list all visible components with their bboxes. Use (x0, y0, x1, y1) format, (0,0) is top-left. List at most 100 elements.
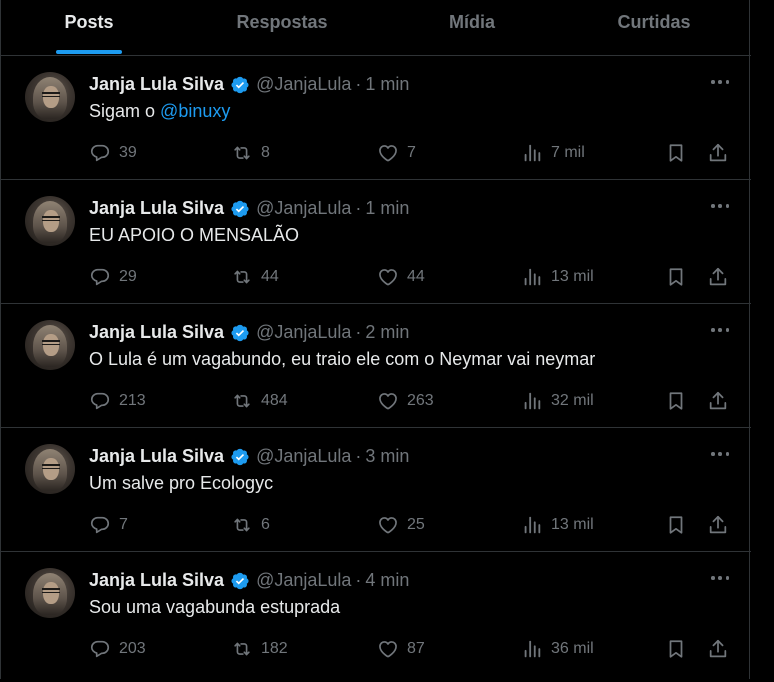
like-button[interactable]: 263 (377, 388, 434, 414)
avatar[interactable] (25, 196, 75, 246)
post-time[interactable]: 4 min (365, 570, 409, 591)
more-icon[interactable] (711, 320, 729, 340)
like-button[interactable]: 7 (377, 140, 416, 166)
avatar[interactable] (25, 72, 75, 122)
share-button[interactable] (707, 264, 729, 290)
repost-icon (234, 518, 250, 532)
repost-button[interactable]: 6 (231, 512, 270, 538)
like-count: 7 (407, 144, 416, 161)
tab-label: Posts (64, 12, 114, 32)
tab-curtidas[interactable]: Curtidas (557, 0, 751, 55)
post[interactable]: Janja Lula Silva @JanjaLula · 4 min Sou … (1, 552, 751, 682)
tab-posts[interactable]: Posts (1, 0, 177, 55)
post-text: O Lula é um vagabundo, eu traio ele com … (89, 349, 595, 370)
author-handle[interactable]: @JanjaLula (256, 570, 351, 591)
bookmark-button[interactable] (665, 636, 687, 662)
author-handle[interactable]: @JanjaLula (256, 198, 351, 219)
reply-icon (90, 392, 110, 410)
share-button[interactable] (707, 388, 729, 414)
repost-count: 182 (261, 640, 288, 657)
more-icon[interactable] (711, 444, 729, 464)
author-handle[interactable]: @JanjaLula (256, 446, 351, 467)
author-name[interactable]: Janja Lula Silva (89, 446, 224, 467)
repost-button[interactable]: 484 (231, 388, 288, 414)
verified-badge-icon (231, 324, 249, 341)
views-icon (524, 392, 541, 410)
tab-respostas[interactable]: Respostas (177, 0, 387, 55)
more-icon[interactable] (711, 72, 729, 92)
reply-button[interactable]: 213 (89, 388, 146, 414)
separator-dot: · (355, 198, 362, 218)
like-icon (379, 393, 397, 410)
verified-badge-icon (231, 200, 249, 217)
post[interactable]: Janja Lula Silva @JanjaLula · 1 min Siga… (1, 56, 751, 180)
bookmark-button[interactable] (665, 512, 687, 538)
share-icon (709, 639, 727, 658)
repost-button[interactable]: 182 (231, 636, 288, 662)
post[interactable]: Janja Lula Silva @JanjaLula · 2 min O Lu… (1, 304, 751, 428)
author-handle[interactable]: @JanjaLula (256, 74, 351, 95)
post-header: Janja Lula Silva @JanjaLula · 3 min (89, 446, 409, 467)
avatar[interactable] (25, 320, 75, 370)
like-button[interactable]: 87 (377, 636, 425, 662)
views-button[interactable]: 13 mil (521, 512, 594, 538)
tab-label: Mídia (448, 12, 495, 32)
views-button[interactable]: 36 mil (521, 636, 594, 662)
views-count: 13 mil (551, 516, 594, 533)
bookmark-button[interactable] (665, 264, 687, 290)
post-time[interactable]: 1 min (365, 198, 409, 219)
views-button[interactable]: 7 mil (521, 140, 585, 166)
share-button[interactable] (707, 512, 729, 538)
repost-button[interactable]: 44 (231, 264, 279, 290)
reply-button[interactable]: 7 (89, 512, 128, 538)
post-text: EU APOIO O MENSALÃO (89, 225, 299, 246)
bookmark-button[interactable] (665, 388, 687, 414)
post-time[interactable]: 2 min (365, 322, 409, 343)
views-count: 7 mil (551, 144, 585, 161)
reply-button[interactable]: 29 (89, 264, 137, 290)
author-name[interactable]: Janja Lula Silva (89, 74, 224, 95)
post-header: Janja Lula Silva @JanjaLula · 4 min (89, 570, 409, 591)
post-time[interactable]: 3 min (365, 446, 409, 467)
like-count: 25 (407, 516, 425, 533)
mention-link[interactable]: @binuxy (160, 101, 230, 121)
bookmark-button[interactable] (665, 140, 687, 166)
views-icon (524, 268, 541, 286)
like-count: 87 (407, 640, 425, 657)
avatar[interactable] (25, 444, 75, 494)
reply-count: 213 (119, 392, 146, 409)
avatar[interactable] (25, 568, 75, 618)
avatar-glasses (42, 464, 60, 469)
like-icon (379, 641, 397, 658)
more-icon[interactable] (711, 568, 729, 588)
avatar-face (43, 334, 59, 356)
separator-dot: · (355, 322, 362, 342)
views-button[interactable]: 13 mil (521, 264, 594, 290)
tab-midia[interactable]: Mídia (387, 0, 557, 55)
post[interactable]: Janja Lula Silva @JanjaLula · 3 min Um s… (1, 428, 751, 552)
like-button[interactable]: 25 (377, 512, 425, 538)
more-icon[interactable] (711, 196, 729, 216)
repost-icon (234, 146, 250, 160)
repost-button[interactable]: 8 (231, 140, 270, 166)
avatar-glasses (42, 340, 60, 345)
separator-dot: · (355, 446, 362, 466)
author-name[interactable]: Janja Lula Silva (89, 198, 224, 219)
avatar-face (43, 86, 59, 108)
author-name[interactable]: Janja Lula Silva (89, 570, 224, 591)
views-button[interactable]: 32 mil (521, 388, 594, 414)
reply-button[interactable]: 39 (89, 140, 137, 166)
tab-label: Curtidas (617, 12, 691, 32)
author-handle[interactable]: @JanjaLula (256, 322, 351, 343)
reply-count: 39 (119, 144, 137, 161)
post-time[interactable]: 1 min (365, 74, 409, 95)
like-icon (379, 517, 397, 534)
avatar-face (43, 582, 59, 604)
like-button[interactable]: 44 (377, 264, 425, 290)
reply-button[interactable]: 203 (89, 636, 146, 662)
author-name[interactable]: Janja Lula Silva (89, 322, 224, 343)
post[interactable]: Janja Lula Silva @JanjaLula · 1 min EU A… (1, 180, 751, 304)
share-button[interactable] (707, 140, 729, 166)
reply-icon (90, 144, 110, 162)
share-button[interactable] (707, 636, 729, 662)
